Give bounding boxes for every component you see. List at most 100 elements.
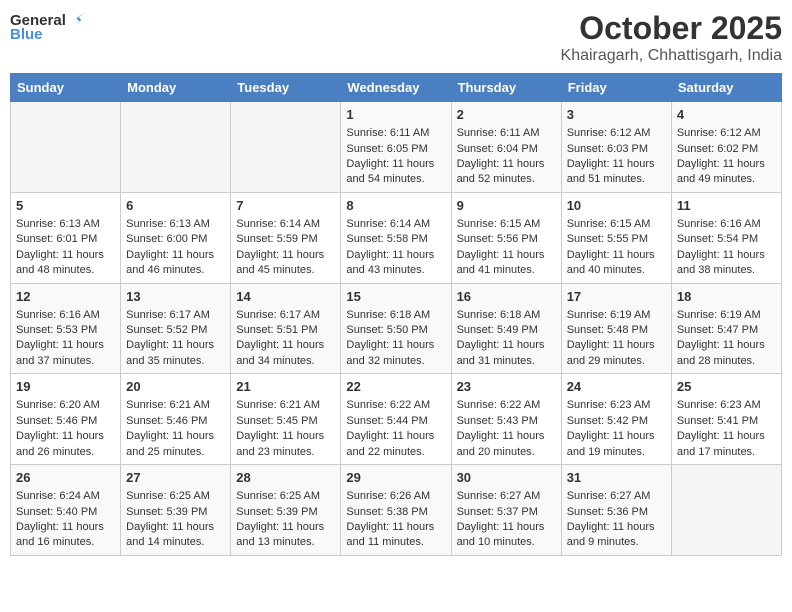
calendar-cell: 19 Sunrise: 6:20 AMSunset: 5:46 PMDayligh… (11, 374, 121, 465)
day-number: 21 (236, 378, 335, 396)
calendar-cell: 18 Sunrise: 6:19 AMSunset: 5:47 PMDayligh… (671, 283, 781, 374)
day-info: Sunrise: 6:23 AMSunset: 5:41 PMDaylight:… (677, 398, 776, 460)
calendar-cell: 8 Sunrise: 6:14 AMSunset: 5:58 PMDaylight… (341, 192, 451, 283)
day-number: 18 (677, 288, 776, 306)
calendar-cell: 16Sunrise: 6:18 AMSunset: 5:49 PMDayligh… (451, 283, 561, 374)
day-info: Sunrise: 6:25 AMSunset: 5:39 PMDaylight:… (236, 489, 335, 551)
day-info: Sunrise: 6:13 AMSunset: 6:01 PMDaylight:… (16, 217, 115, 279)
calendar-cell: 10 Sunrise: 6:15 AMSunset: 5:55 PMDayligh… (561, 192, 671, 283)
calendar-cell: 28 Sunrise: 6:25 AMSunset: 5:39 PMDayligh… (231, 465, 341, 556)
day-number: 7 (236, 197, 335, 215)
day-info: Sunrise: 6:19 AMSunset: 5:48 PMDaylight:… (567, 308, 666, 370)
calendar-header: SundayMondayTuesdayWednesdayThursdayFrid… (11, 74, 782, 102)
weekday-header-friday: Friday (561, 74, 671, 102)
calendar-cell: 22 Sunrise: 6:22 AMSunset: 5:44 PMDayligh… (341, 374, 451, 465)
weekday-header-row: SundayMondayTuesdayWednesdayThursdayFrid… (11, 74, 782, 102)
weekday-header-sunday: Sunday (11, 74, 121, 102)
title-area: October 2025 Khairagarh, Chhattisgarh, I… (561, 10, 782, 65)
calendar-cell: 2 Sunrise: 6:11 AMSunset: 6:04 PMDaylight… (451, 102, 561, 193)
day-number: 24 (567, 378, 666, 396)
day-number: 25 (677, 378, 776, 396)
day-info: Sunrise: 6:20 AMSunset: 5:46 PMDaylight:… (16, 398, 115, 460)
logo-text-blue: Blue (10, 26, 43, 43)
weekday-header-thursday: Thursday (451, 74, 561, 102)
calendar-cell (671, 465, 781, 556)
day-number: 29 (346, 469, 445, 487)
day-info: Sunrise: 6:14 AMSunset: 5:58 PMDaylight:… (346, 217, 445, 279)
calendar-body: 1 Sunrise: 6:11 AMSunset: 6:05 PMDaylight… (11, 102, 782, 556)
day-info: Sunrise: 6:17 AMSunset: 5:52 PMDaylight:… (126, 308, 225, 370)
day-info: Sunrise: 6:12 AMSunset: 6:03 PMDaylight:… (567, 126, 666, 188)
calendar-cell: 29Sunrise: 6:26 AMSunset: 5:38 PMDayligh… (341, 465, 451, 556)
calendar-cell: 25 Sunrise: 6:23 AMSunset: 5:41 PMDayligh… (671, 374, 781, 465)
logo-container: General Blue (10, 10, 88, 43)
day-number: 27 (126, 469, 225, 487)
logo: General Blue (10, 10, 88, 43)
day-number: 6 (126, 197, 225, 215)
day-number: 22 (346, 378, 445, 396)
day-number: 26 (16, 469, 115, 487)
calendar-cell: 3 Sunrise: 6:12 AMSunset: 6:03 PMDaylight… (561, 102, 671, 193)
calendar: SundayMondayTuesdayWednesdayThursdayFrid… (10, 73, 782, 556)
calendar-cell: 31Sunrise: 6:27 AMSunset: 5:36 PMDayligh… (561, 465, 671, 556)
calendar-cell: 17Sunrise: 6:19 AMSunset: 5:48 PMDayligh… (561, 283, 671, 374)
day-info: Sunrise: 6:16 AMSunset: 5:53 PMDaylight:… (16, 308, 115, 370)
day-number: 1 (346, 106, 445, 124)
day-info: Sunrise: 6:14 AMSunset: 5:59 PMDaylight:… (236, 217, 335, 279)
day-number: 23 (457, 378, 556, 396)
day-info: Sunrise: 6:24 AMSunset: 5:40 PMDaylight:… (16, 489, 115, 551)
calendar-week-4: 19 Sunrise: 6:20 AMSunset: 5:46 PMDayligh… (11, 374, 782, 465)
day-info: Sunrise: 6:23 AMSunset: 5:42 PMDaylight:… (567, 398, 666, 460)
day-number: 2 (457, 106, 556, 124)
day-number: 3 (567, 106, 666, 124)
day-info: Sunrise: 6:16 AMSunset: 5:54 PMDaylight:… (677, 217, 776, 279)
day-info: Sunrise: 6:18 AMSunset: 5:50 PMDaylight:… (346, 308, 445, 370)
calendar-cell: 1 Sunrise: 6:11 AMSunset: 6:05 PMDaylight… (341, 102, 451, 193)
weekday-header-wednesday: Wednesday (341, 74, 451, 102)
day-number: 31 (567, 469, 666, 487)
calendar-cell: 6Sunrise: 6:13 AMSunset: 6:00 PMDaylight… (121, 192, 231, 283)
calendar-cell: 12 Sunrise: 6:16 AMSunset: 5:53 PMDayligh… (11, 283, 121, 374)
day-info: Sunrise: 6:27 AMSunset: 5:37 PMDaylight:… (457, 489, 556, 551)
day-number: 4 (677, 106, 776, 124)
weekday-header-monday: Monday (121, 74, 231, 102)
calendar-cell: 15 Sunrise: 6:18 AMSunset: 5:50 PMDayligh… (341, 283, 451, 374)
day-number: 5 (16, 197, 115, 215)
day-info: Sunrise: 6:22 AMSunset: 5:44 PMDaylight:… (346, 398, 445, 460)
calendar-cell: 4Sunrise: 6:12 AMSunset: 6:02 PMDaylight… (671, 102, 781, 193)
day-number: 20 (126, 378, 225, 396)
weekday-header-tuesday: Tuesday (231, 74, 341, 102)
day-info: Sunrise: 6:19 AMSunset: 5:47 PMDaylight:… (677, 308, 776, 370)
day-number: 11 (677, 197, 776, 215)
calendar-cell: 30 Sunrise: 6:27 AMSunset: 5:37 PMDayligh… (451, 465, 561, 556)
logo-bird-icon (68, 10, 88, 30)
day-info: Sunrise: 6:15 AMSunset: 5:55 PMDaylight:… (567, 217, 666, 279)
day-number: 13 (126, 288, 225, 306)
day-info: Sunrise: 6:18 AMSunset: 5:49 PMDaylight:… (457, 308, 556, 370)
calendar-cell: 21Sunrise: 6:21 AMSunset: 5:45 PMDayligh… (231, 374, 341, 465)
day-number: 10 (567, 197, 666, 215)
calendar-cell: 11 Sunrise: 6:16 AMSunset: 5:54 PMDayligh… (671, 192, 781, 283)
calendar-cell: 24 Sunrise: 6:23 AMSunset: 5:42 PMDayligh… (561, 374, 671, 465)
weekday-header-saturday: Saturday (671, 74, 781, 102)
day-number: 15 (346, 288, 445, 306)
day-info: Sunrise: 6:25 AMSunset: 5:39 PMDaylight:… (126, 489, 225, 551)
day-info: Sunrise: 6:22 AMSunset: 5:43 PMDaylight:… (457, 398, 556, 460)
calendar-cell: 9Sunrise: 6:15 AMSunset: 5:56 PMDaylight… (451, 192, 561, 283)
calendar-cell: 13 Sunrise: 6:17 AMSunset: 5:52 PMDayligh… (121, 283, 231, 374)
day-info: Sunrise: 6:11 AMSunset: 6:04 PMDaylight:… (457, 126, 556, 188)
day-info: Sunrise: 6:11 AMSunset: 6:05 PMDaylight:… (346, 126, 445, 188)
calendar-cell: 26 Sunrise: 6:24 AMSunset: 5:40 PMDayligh… (11, 465, 121, 556)
calendar-week-3: 12 Sunrise: 6:16 AMSunset: 5:53 PMDayligh… (11, 283, 782, 374)
day-info: Sunrise: 6:17 AMSunset: 5:51 PMDaylight:… (236, 308, 335, 370)
calendar-cell: 5 Sunrise: 6:13 AMSunset: 6:01 PMDaylight… (11, 192, 121, 283)
calendar-cell (121, 102, 231, 193)
day-number: 12 (16, 288, 115, 306)
day-number: 19 (16, 378, 115, 396)
calendar-cell: 20Sunrise: 6:21 AMSunset: 5:46 PMDayligh… (121, 374, 231, 465)
day-number: 8 (346, 197, 445, 215)
month-title: October 2025 (561, 10, 782, 47)
day-number: 30 (457, 469, 556, 487)
calendar-cell: 7 Sunrise: 6:14 AMSunset: 5:59 PMDaylight… (231, 192, 341, 283)
day-number: 28 (236, 469, 335, 487)
